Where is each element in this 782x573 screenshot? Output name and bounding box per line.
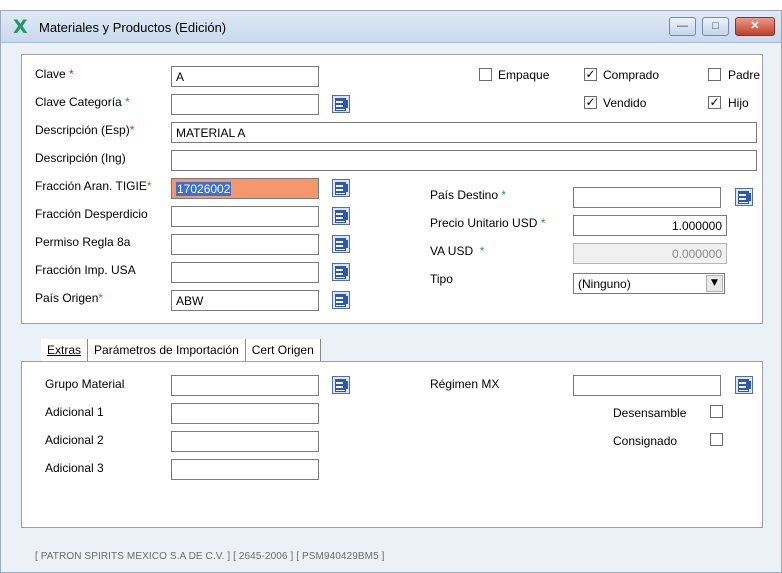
padre-checkbox[interactable] bbox=[708, 68, 721, 81]
regimen-mx-label: Régimen MX bbox=[430, 377, 500, 391]
pais-destino-input[interactable] bbox=[573, 187, 721, 208]
empaque-label: Empaque bbox=[498, 68, 550, 82]
app-logo-icon: X bbox=[13, 16, 28, 38]
minimize-button[interactable]: — bbox=[669, 17, 696, 36]
tab-cert-origen[interactable]: Cert Origen bbox=[245, 339, 321, 361]
tab-parametros-importacion[interactable]: Parámetros de Importación bbox=[88, 339, 246, 361]
permiso-regla-8a-input[interactable] bbox=[171, 234, 319, 255]
fraccion-desperdicio-input[interactable] bbox=[171, 206, 319, 227]
adicional-2-label: Adicional 2 bbox=[45, 433, 104, 447]
adicional-1-label: Adicional 1 bbox=[45, 405, 104, 419]
grupo-material-input[interactable] bbox=[171, 375, 319, 396]
close-button[interactable]: ✕ bbox=[735, 17, 775, 36]
chevron-down-icon[interactable]: ▼ bbox=[706, 275, 723, 292]
permiso-regla-8a-lookup-button[interactable] bbox=[332, 235, 350, 253]
va-usd-input: 0.000000 bbox=[573, 243, 727, 264]
fraccion-imp-usa-lookup-button[interactable] bbox=[332, 263, 350, 281]
maximize-button[interactable]: □ bbox=[702, 17, 729, 36]
fraccion-desperdicio-label: Fracción Desperdicio bbox=[35, 207, 148, 221]
consignado-checkbox[interactable] bbox=[710, 433, 723, 446]
permiso-regla-8a-label: Permiso Regla 8a bbox=[35, 235, 131, 249]
hijo-label: Hijo bbox=[728, 96, 749, 110]
grupo-material-lookup-button[interactable] bbox=[332, 376, 350, 394]
fraccion-tigie-label: Fracción Aran. TIGIE* bbox=[35, 179, 152, 193]
adicional-1-input[interactable] bbox=[171, 403, 319, 424]
minimize-icon: — bbox=[677, 20, 688, 32]
consignado-label: Consignado bbox=[613, 434, 678, 448]
precio-unitario-input[interactable]: 1.000000 bbox=[573, 215, 727, 236]
fraccion-imp-usa-label: Fracción Imp. USA bbox=[35, 263, 136, 277]
adicional-2-input[interactable] bbox=[171, 431, 319, 452]
clave-categoria-label: Clave Categoría * bbox=[35, 95, 130, 109]
descripcion-esp-label: Descripción (Esp)* bbox=[35, 123, 135, 137]
status-bar: [ PATRON SPIRITS MEXICO S.A DE C.V. ] [ … bbox=[35, 551, 385, 562]
descripcion-ing-input[interactable] bbox=[171, 150, 757, 171]
clave-categoria-lookup-button[interactable] bbox=[332, 95, 350, 113]
padre-label: Padre bbox=[728, 68, 761, 82]
pais-origen-input[interactable]: ABW bbox=[171, 290, 319, 311]
tipo-select[interactable]: (Ninguno) ▼ bbox=[573, 273, 725, 294]
window-title: Materiales y Productos (Edición) bbox=[39, 20, 227, 35]
pais-destino-lookup-button[interactable] bbox=[735, 188, 753, 206]
tipo-selected-value: (Ninguno) bbox=[578, 277, 631, 291]
pais-destino-label: País Destino * bbox=[430, 188, 507, 202]
clave-label: Clave * bbox=[35, 67, 74, 81]
pais-origen-lookup-button[interactable] bbox=[332, 291, 350, 309]
fraccion-desperdicio-lookup-button[interactable] bbox=[332, 207, 350, 225]
maximize-icon: □ bbox=[712, 20, 719, 32]
va-usd-label: VA USD * bbox=[430, 244, 485, 258]
descripcion-esp-input[interactable]: MATERIAL A bbox=[171, 122, 757, 143]
fraccion-imp-usa-input[interactable] bbox=[171, 262, 319, 283]
adicional-3-label: Adicional 3 bbox=[45, 461, 104, 475]
hijo-checkbox[interactable]: ✓ bbox=[708, 96, 721, 109]
precio-unitario-label: Precio Unitario USD * bbox=[430, 216, 546, 230]
fraccion-tigie-input[interactable]: 17026002 bbox=[171, 178, 319, 199]
tab-extras[interactable]: Extras bbox=[41, 339, 89, 361]
desensamble-label: Desensamble bbox=[613, 406, 687, 420]
close-icon: ✕ bbox=[750, 20, 760, 32]
regimen-mx-input[interactable] bbox=[573, 375, 721, 396]
clave-input[interactable]: A bbox=[171, 66, 319, 87]
regimen-mx-lookup-button[interactable] bbox=[735, 376, 753, 394]
vendido-label: Vendido bbox=[603, 96, 647, 110]
desensamble-checkbox[interactable] bbox=[710, 405, 723, 418]
comprado-label: Comprado bbox=[603, 68, 660, 82]
clave-categoria-input[interactable] bbox=[171, 94, 319, 115]
fraccion-tigie-lookup-button[interactable] bbox=[332, 179, 350, 197]
pais-origen-label: País Origen* bbox=[35, 291, 104, 305]
grupo-material-label: Grupo Material bbox=[45, 377, 125, 391]
tab-strip: Extras Parámetros de Importación Cert Or… bbox=[41, 339, 321, 361]
vendido-checkbox[interactable]: ✓ bbox=[584, 96, 597, 109]
comprado-checkbox[interactable]: ✓ bbox=[584, 68, 597, 81]
fraccion-tigie-value: 17026002 bbox=[176, 182, 232, 196]
title-bar: X Materiales y Productos (Edición) — □ ✕ bbox=[1, 11, 781, 43]
empaque-checkbox[interactable] bbox=[479, 68, 492, 81]
adicional-3-input[interactable] bbox=[171, 459, 319, 480]
descripcion-ing-label: Descripción (Ing) bbox=[35, 151, 126, 165]
tipo-label: Tipo bbox=[430, 272, 453, 286]
main-window: X Materiales y Productos (Edición) — □ ✕… bbox=[0, 10, 782, 573]
